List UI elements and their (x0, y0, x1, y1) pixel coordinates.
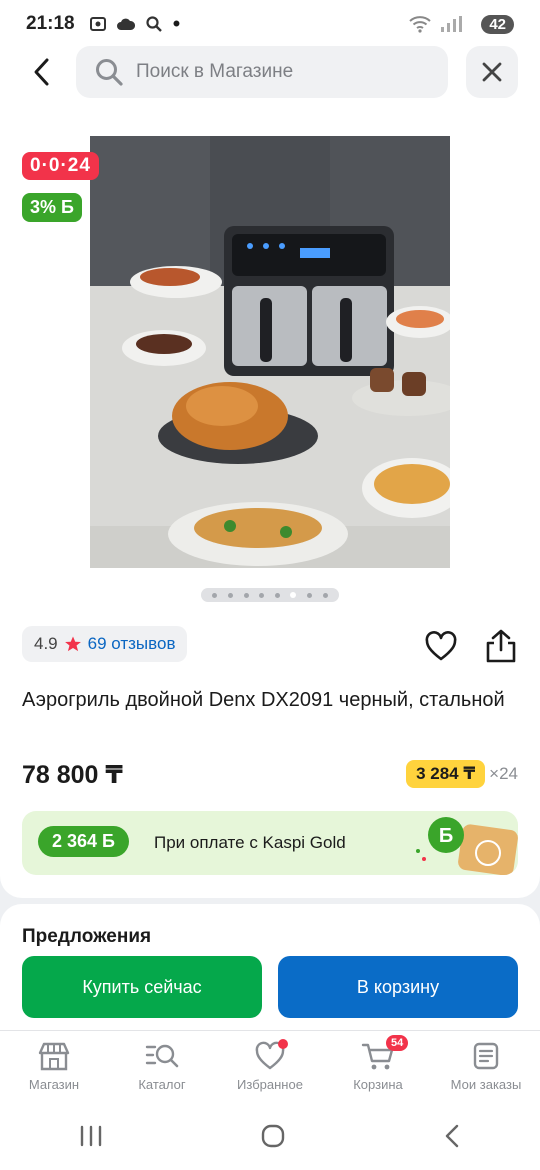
svg-text:Б: Б (439, 825, 453, 847)
product-price: 78 800 ₸ (22, 761, 123, 789)
search-placeholder: Поиск в Магазине (136, 61, 294, 82)
air-fryer-photo (90, 136, 450, 568)
gallery-dot[interactable] (243, 592, 249, 598)
nav-item-orders[interactable]: Мои заказы (432, 1031, 540, 1102)
search-status-icon (146, 16, 162, 32)
installment-months: ×24 (489, 764, 518, 783)
search-icon (96, 59, 123, 86)
status-notification-icons: • (89, 11, 181, 36)
kaspi-gold-banner[interactable]: 2 364 Б При оплате с Kaspi Gold Б (22, 811, 518, 875)
recent-apps-icon[interactable] (78, 1124, 104, 1148)
chevron-left-icon (34, 58, 49, 86)
nav-item-favorites[interactable]: Избранное (216, 1031, 324, 1102)
nav-item-catalog[interactable]: Каталог (108, 1031, 216, 1102)
back-nav-icon[interactable] (442, 1123, 462, 1149)
share-button[interactable] (484, 628, 518, 664)
buy-now-button[interactable]: Купить сейчас (22, 956, 262, 1018)
favorites-notification-dot (278, 1039, 288, 1049)
gallery-dot[interactable] (259, 592, 265, 598)
bonus-badge: 3% Б (22, 193, 82, 222)
screenshot-icon (89, 17, 106, 31)
cloud-icon (116, 18, 135, 30)
close-button[interactable] (466, 46, 518, 98)
nav-label: Каталог (138, 1077, 186, 1092)
kaspi-bonus-amount: 2 364 Б (38, 826, 129, 857)
reviews-link[interactable]: 69 отзывов (88, 634, 176, 654)
orders-icon (473, 1042, 499, 1070)
gallery-dot-active[interactable] (290, 592, 297, 598)
installment-amount: 3 284 ₸ (406, 760, 486, 788)
star-icon (64, 636, 81, 652)
product-image[interactable] (90, 136, 450, 568)
nav-label: Магазин (28, 1077, 80, 1092)
top-bar: Поиск в Магазине (0, 44, 540, 100)
bottom-nav: Магазин Каталог Избранное 54 Корзина Мои… (0, 1030, 540, 1102)
timer-badge: 0·0·24 (22, 152, 99, 180)
system-nav-bar (0, 1102, 540, 1170)
gallery-dot[interactable] (212, 592, 218, 598)
shop-icon (38, 1042, 70, 1071)
nav-label: Корзина (353, 1077, 403, 1092)
cta-bar: Купить сейчас В корзину (0, 944, 540, 1028)
back-button[interactable] (22, 52, 62, 92)
wifi-icon (409, 16, 431, 33)
favorite-button[interactable] (424, 630, 458, 664)
nav-item-shop[interactable]: Магазин (0, 1031, 108, 1102)
rating-chip[interactable]: 4.9 69 отзывов (22, 626, 188, 662)
catalog-search-icon (145, 1044, 179, 1068)
battery-indicator: 42 (481, 14, 514, 34)
gallery-dot[interactable] (307, 592, 313, 598)
dot-icon: • (172, 11, 181, 36)
status-time: 21:18 (26, 13, 75, 34)
status-right: 42 (409, 14, 514, 34)
search-input[interactable]: Поиск в Магазине (76, 46, 448, 98)
share-icon (486, 629, 516, 663)
home-icon[interactable] (260, 1123, 286, 1149)
nav-label: Мои заказы (450, 1077, 522, 1092)
product-title: Аэрогриль двойной Denx DX2091 черный, ст… (22, 689, 505, 711)
close-icon (482, 62, 502, 82)
gallery-dot[interactable] (322, 592, 328, 598)
gallery-dot[interactable] (227, 592, 233, 598)
cart-count-badge: 54 (386, 1035, 409, 1051)
kaspi-gold-card-icon: Б (416, 817, 518, 875)
installment-info[interactable]: 3 284 ₸ ×24 (406, 760, 518, 788)
nav-item-cart[interactable]: 54 Корзина (324, 1031, 432, 1102)
status-bar: 21:18 • 42 (0, 0, 540, 48)
gallery-pagination (201, 588, 339, 602)
kaspi-banner-text: При оплате с Kaspi Gold (154, 833, 346, 852)
gallery-dot[interactable] (274, 592, 280, 598)
nav-label: Избранное (237, 1077, 303, 1092)
heart-outline-icon (425, 631, 457, 661)
add-to-cart-button[interactable]: В корзину (278, 956, 518, 1018)
signal-icon (441, 16, 463, 32)
rating-value: 4.9 (34, 634, 58, 653)
product-card: 0·0·24 3% Б 4.9 69 отзывов Аэрогриль дво… (0, 100, 540, 898)
